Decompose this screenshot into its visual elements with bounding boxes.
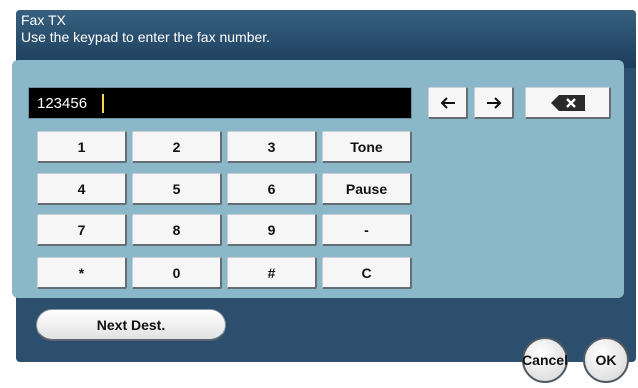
cursor-right-button[interactable] — [474, 87, 514, 119]
key-2[interactable]: 2 — [132, 131, 222, 163]
key-asterisk[interactable]: * — [37, 257, 127, 289]
key-hyphen[interactable]: - — [322, 214, 412, 246]
key-3[interactable]: 3 — [227, 131, 317, 163]
next-dest-button[interactable]: Next Dest. — [36, 309, 226, 341]
fax-screen: Fax TX Use the keypad to enter the fax n… — [0, 0, 638, 388]
screen-instruction: Use the keypad to enter the fax number. — [21, 29, 271, 45]
key-4[interactable]: 4 — [37, 173, 127, 205]
cursor-left-button[interactable] — [428, 87, 468, 119]
fax-number-value: 123456 — [37, 95, 88, 112]
key-hash[interactable]: # — [227, 257, 317, 289]
key-8[interactable]: 8 — [132, 214, 222, 246]
text-caret — [102, 94, 104, 113]
backspace-icon — [550, 94, 585, 111]
key-clear[interactable]: C — [322, 257, 412, 289]
key-9[interactable]: 9 — [227, 214, 317, 246]
key-tone[interactable]: Tone — [322, 131, 412, 163]
key-7[interactable]: 7 — [37, 214, 127, 246]
backspace-button[interactable] — [525, 87, 611, 119]
arrow-right-icon — [486, 96, 501, 109]
key-6[interactable]: 6 — [227, 173, 317, 205]
arrow-left-icon — [440, 96, 455, 109]
key-0[interactable]: 0 — [132, 257, 222, 289]
fax-number-input[interactable]: 123456 — [28, 87, 412, 119]
key-5[interactable]: 5 — [132, 173, 222, 205]
key-pause[interactable]: Pause — [322, 173, 412, 205]
screen-title: Fax TX — [21, 12, 66, 28]
key-1[interactable]: 1 — [37, 131, 127, 163]
cancel-button[interactable]: Cancel — [522, 337, 568, 383]
ok-button[interactable]: OK — [583, 337, 629, 383]
